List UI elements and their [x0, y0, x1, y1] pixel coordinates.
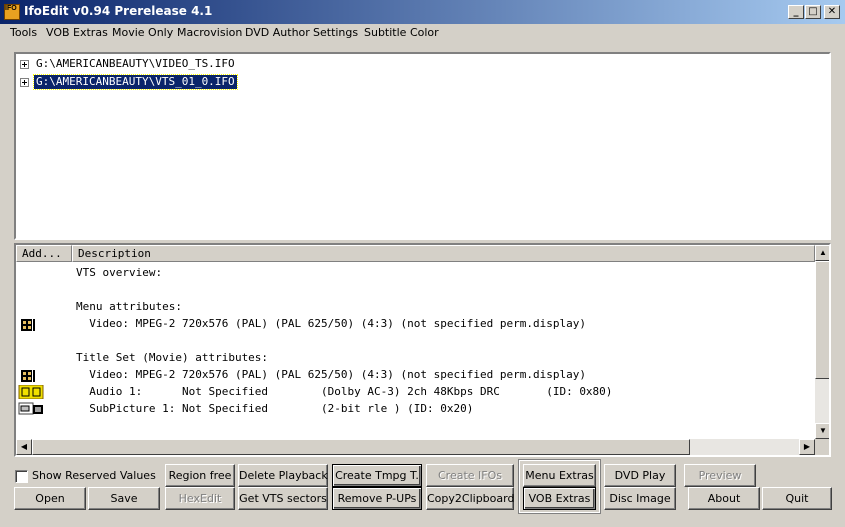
create-tmpg-button[interactable]: Create Tmpg T.: [332, 464, 422, 487]
expand-icon[interactable]: [20, 78, 29, 87]
column-header-description[interactable]: Description: [72, 245, 815, 262]
expand-icon[interactable]: [20, 60, 29, 69]
list-body: VTS overview: Menu attributes: Video: MP…: [16, 264, 815, 434]
attributes-list[interactable]: Add... Description VTS overview: Menu at…: [14, 243, 831, 457]
subpicture-icon: [18, 402, 43, 415]
tree-item[interactable]: G:\AMERICANBEAUTY\VIDEO_TS.IFO: [20, 56, 420, 72]
show-reserved-checkbox[interactable]: [15, 470, 28, 483]
about-button[interactable]: About: [688, 487, 760, 510]
film-icon: [21, 370, 35, 382]
app-icon[interactable]: IFO: [4, 4, 20, 20]
menu-vob-extras[interactable]: VOB Extras: [46, 26, 108, 39]
menu-movie-only[interactable]: Movie Only: [112, 26, 173, 39]
menu-settings[interactable]: Settings: [313, 26, 358, 39]
list-item[interactable]: Video: MPEG-2 720x576 (PAL) (PAL 625/50)…: [76, 366, 586, 383]
audio-icon: [18, 385, 44, 399]
remove-pups-button[interactable]: Remove P-UPs: [332, 487, 422, 510]
region-free-button[interactable]: Region free: [165, 464, 235, 487]
hexedit-button[interactable]: HexEdit: [165, 487, 235, 510]
tree-item-label: G:\AMERICANBEAUTY\VIDEO_TS.IFO: [36, 57, 235, 70]
maximize-icon: □: [808, 6, 818, 17]
quit-button[interactable]: Quit: [762, 487, 832, 510]
tree-item-label: G:\AMERICANBEAUTY\VTS_01_0.IFO: [33, 74, 238, 90]
open-button[interactable]: Open: [14, 487, 86, 510]
create-ifos-button[interactable]: Create IFOs: [426, 464, 514, 487]
vob-extras-button[interactable]: VOB Extras: [523, 487, 596, 510]
copy2clipboard-button[interactable]: Copy2Clipboard: [426, 487, 514, 510]
minimize-icon: _: [793, 6, 799, 17]
scroll-left-button[interactable]: ◀: [16, 439, 32, 455]
menu-macrovision[interactable]: Macrovision: [177, 26, 242, 39]
list-item[interactable]: Audio 1: Not Specified (Dolby AC-3) 2ch …: [76, 383, 612, 400]
preview-button[interactable]: Preview: [684, 464, 756, 487]
minimize-button[interactable]: _: [788, 5, 804, 19]
film-icon: [21, 319, 35, 331]
maximize-button[interactable]: □: [805, 5, 821, 19]
delete-playback-button[interactable]: Delete Playback: [238, 464, 328, 487]
ifo-tree[interactable]: G:\AMERICANBEAUTY\VIDEO_TS.IFO G:\AMERIC…: [14, 52, 831, 240]
menu-bar: Tools VOB Extras Movie Only Macrovision …: [0, 24, 845, 42]
dvd-play-button[interactable]: DVD Play: [604, 464, 676, 487]
close-button[interactable]: ✕: [824, 5, 840, 19]
app-icon-label: IFO: [5, 5, 17, 12]
tree-item-selected[interactable]: G:\AMERICANBEAUTY\VTS_01_0.IFO: [20, 74, 420, 90]
disc-image-button[interactable]: Disc Image: [604, 487, 676, 510]
horizontal-scroll-thumb[interactable]: [32, 439, 690, 455]
scroll-right-button[interactable]: ▶: [799, 439, 815, 455]
vertical-scroll-thumb[interactable]: [815, 261, 829, 379]
column-header-add[interactable]: Add...: [16, 245, 72, 262]
list-item[interactable]: VTS overview:: [76, 264, 162, 281]
list-item[interactable]: Video: MPEG-2 720x576 (PAL) (PAL 625/50)…: [76, 315, 586, 332]
window-title: IfoEdit v0.94 Prerelease 4.1: [24, 4, 213, 18]
close-icon: ✕: [827, 6, 837, 17]
scroll-down-button[interactable]: ▼: [815, 423, 829, 439]
menu-subtitle-color[interactable]: Subtitle Color: [364, 26, 439, 39]
scroll-corner: [815, 439, 829, 455]
list-item[interactable]: Title Set (Movie) attributes:: [76, 349, 268, 366]
title-bar[interactable]: IFO IfoEdit v0.94 Prerelease 4.1 _ □ ✕: [0, 0, 845, 24]
get-vts-sectors-button[interactable]: Get VTS sectors: [238, 487, 328, 510]
menu-extras-button[interactable]: Menu Extras: [523, 464, 596, 487]
list-item[interactable]: SubPicture 1: Not Specified (2-bit rle )…: [76, 400, 473, 417]
list-item[interactable]: Menu attributes:: [76, 298, 182, 315]
scroll-up-button[interactable]: ▲: [815, 245, 829, 261]
show-reserved-label[interactable]: Show Reserved Values: [32, 469, 156, 482]
menu-tools[interactable]: Tools: [10, 26, 37, 39]
menu-dvd-author[interactable]: DVD Author: [245, 26, 310, 39]
save-button[interactable]: Save: [88, 487, 160, 510]
